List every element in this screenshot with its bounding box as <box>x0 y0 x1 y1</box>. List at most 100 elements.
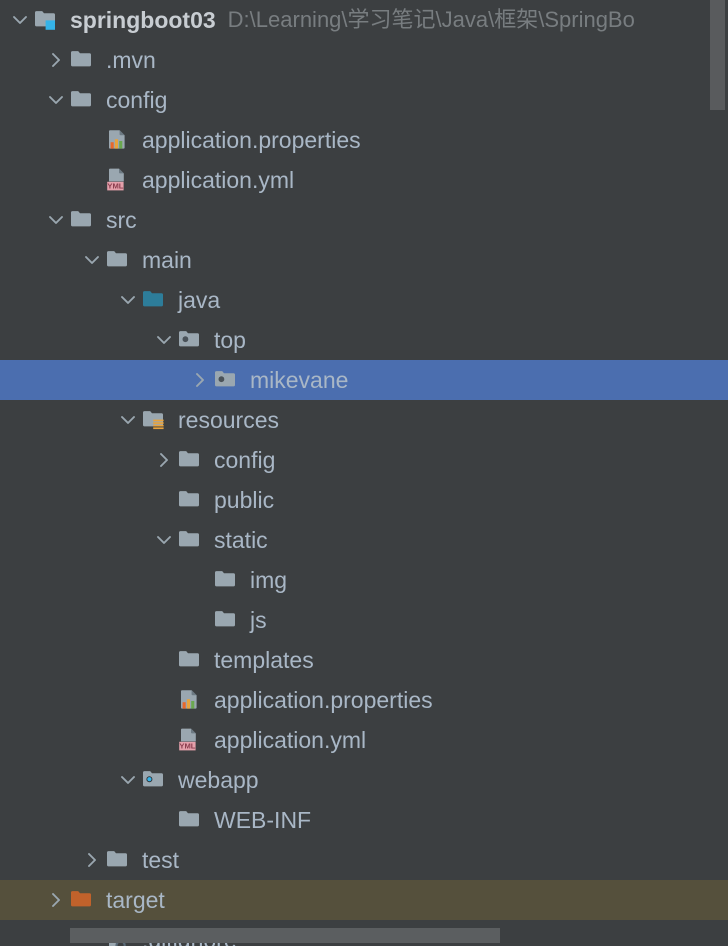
tree-indent-spacer <box>0 580 184 581</box>
tree-twisty-placeholder <box>148 720 178 760</box>
tree-twisty-placeholder <box>148 680 178 720</box>
tree-indent-spacer <box>0 60 40 61</box>
tree-row[interactable]: test <box>0 840 728 880</box>
tree-node-label: mikevane <box>250 367 349 393</box>
tree-node-label: js <box>250 607 267 633</box>
tree-row[interactable]: webapp <box>0 760 728 800</box>
tree-node-label: application.properties <box>142 127 361 153</box>
tree-row[interactable]: YML application.yml <box>0 720 728 760</box>
folder-icon <box>178 480 208 520</box>
folder-icon <box>214 600 244 640</box>
tree-indent-spacer <box>0 180 76 181</box>
tree-node-label: webapp <box>178 767 259 793</box>
tree-indent-spacer <box>0 340 148 341</box>
tree-indent-spacer <box>0 620 184 621</box>
tree-node-label: resources <box>178 407 279 433</box>
chevron-down-icon[interactable] <box>4 0 34 40</box>
tree-row[interactable]: YML application.yml <box>0 160 728 200</box>
tree-node-label: config <box>106 87 168 113</box>
tree-node-label: public <box>214 487 275 513</box>
chevron-right-icon[interactable] <box>76 840 106 880</box>
excluded-folder-icon <box>70 880 100 920</box>
tree-indent-spacer <box>0 500 148 501</box>
tree-node-label: templates <box>214 647 314 673</box>
tree-indent-spacer <box>0 820 148 821</box>
tree-indent-spacer <box>0 380 184 381</box>
tree-twisty-placeholder <box>148 800 178 840</box>
tree-row[interactable]: top <box>0 320 728 360</box>
tree-node-label: test <box>142 847 180 873</box>
tree-indent-spacer <box>0 660 148 661</box>
tree-row[interactable]: src <box>0 200 728 240</box>
chevron-down-icon[interactable] <box>112 400 142 440</box>
chevron-right-icon[interactable] <box>184 360 214 400</box>
chevron-down-icon[interactable] <box>112 760 142 800</box>
tree-indent-spacer <box>0 900 40 901</box>
chevron-down-icon[interactable] <box>40 200 70 240</box>
tree-row[interactable]: application.properties <box>0 120 728 160</box>
tree-node-label: src <box>106 207 137 233</box>
folder-icon <box>214 560 244 600</box>
chevron-right-icon[interactable] <box>40 880 70 920</box>
tree-node-label: application.yml <box>142 167 295 193</box>
tree-node-label: target <box>106 887 165 913</box>
tree-row[interactable]: main <box>0 240 728 280</box>
yml-file-icon: YML <box>178 720 208 760</box>
chevron-down-icon[interactable] <box>76 240 106 280</box>
tree-twisty-placeholder <box>76 160 106 200</box>
tree-node-label: main <box>142 247 192 273</box>
svg-text:YML: YML <box>107 182 123 191</box>
tree-row[interactable]: templates <box>0 640 728 680</box>
chevron-right-icon[interactable] <box>148 440 178 480</box>
tree-row[interactable]: config <box>0 440 728 480</box>
tree-twisty-placeholder <box>184 560 214 600</box>
folder-icon <box>70 80 100 120</box>
tree-node-label: springboot03 <box>70 7 216 33</box>
yml-file-icon: YML <box>106 160 136 200</box>
chevron-right-icon[interactable] <box>40 40 70 80</box>
tree-row[interactable]: springboot03 D:\Learning\学习笔记\Java\框架\Spr… <box>0 0 728 40</box>
tree-indent-spacer <box>0 940 76 941</box>
tree-node-label: static <box>214 527 268 553</box>
tree-row[interactable]: js <box>0 600 728 640</box>
chevron-down-icon[interactable] <box>148 520 178 560</box>
folder-icon <box>106 840 136 880</box>
project-tree[interactable]: springboot03 D:\Learning\学习笔记\Java\框架\Spr… <box>0 0 728 946</box>
tree-indent-spacer <box>0 540 148 541</box>
project-tool-window[interactable]: springboot03 D:\Learning\学习笔记\Java\框架\Spr… <box>0 0 728 946</box>
tree-indent-spacer <box>0 740 148 741</box>
tree-row[interactable]: application.properties <box>0 680 728 720</box>
tree-row[interactable]: img <box>0 560 728 600</box>
folder-icon <box>178 520 208 560</box>
vertical-scrollbar-thumb[interactable] <box>710 0 725 110</box>
tree-indent-spacer <box>0 140 76 141</box>
web-root-folder-icon <box>142 760 172 800</box>
tree-indent-spacer <box>0 460 148 461</box>
tree-twisty-placeholder <box>148 480 178 520</box>
chevron-down-icon[interactable] <box>40 80 70 120</box>
tree-indent-spacer <box>0 860 76 861</box>
tree-row[interactable]: WEB-INF <box>0 800 728 840</box>
folder-icon <box>178 640 208 680</box>
tree-row[interactable]: static <box>0 520 728 560</box>
tree-row[interactable]: target <box>0 880 728 920</box>
tree-indent-spacer <box>0 260 76 261</box>
tree-row[interactable]: java <box>0 280 728 320</box>
tree-row[interactable]: config <box>0 80 728 120</box>
tree-indent-spacer <box>0 700 148 701</box>
chevron-down-icon[interactable] <box>148 320 178 360</box>
folder-icon <box>70 40 100 80</box>
tree-row[interactable]: .mvn <box>0 40 728 80</box>
tree-row[interactable]: public <box>0 480 728 520</box>
package-folder-icon <box>214 360 244 400</box>
folder-icon <box>70 200 100 240</box>
package-folder-icon <box>178 320 208 360</box>
tree-row[interactable]: resources <box>0 400 728 440</box>
tree-row[interactable]: mikevane <box>0 360 728 400</box>
tree-twisty-placeholder <box>184 600 214 640</box>
chevron-down-icon[interactable] <box>112 280 142 320</box>
tree-indent-spacer <box>0 780 112 781</box>
tree-node-label: img <box>250 567 288 593</box>
tree-node-label: config <box>214 447 276 473</box>
horizontal-scrollbar-thumb[interactable] <box>70 928 500 943</box>
